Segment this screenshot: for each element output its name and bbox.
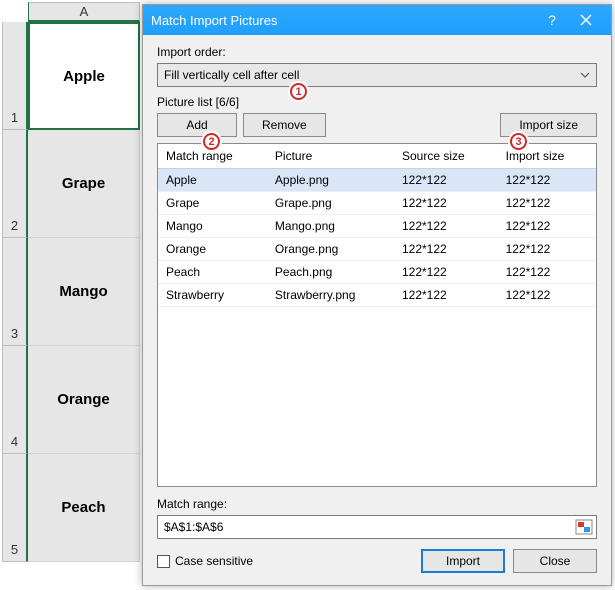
close-button[interactable]: Close (513, 549, 597, 573)
dialog-footer: Case sensitive Import Close (157, 549, 597, 573)
row-header[interactable]: 1 (2, 22, 28, 130)
col-picture[interactable]: Picture (267, 144, 394, 169)
match-import-pictures-dialog: Match Import Pictures ? Import order: Fi… (142, 4, 612, 586)
cell-a4[interactable]: Orange (28, 346, 140, 454)
table-row[interactable]: Peach Peach.png 122*122 122*122 (158, 261, 596, 284)
import-order-label: Import order: (157, 45, 597, 59)
cell-a2[interactable]: Grape (28, 130, 140, 238)
checkbox-box-icon (157, 555, 170, 568)
chevron-down-icon (578, 68, 592, 82)
row-header[interactable]: 5 (2, 454, 28, 562)
add-button[interactable]: Add (157, 113, 237, 137)
table-row[interactable]: Grape Grape.png 122*122 122*122 (158, 192, 596, 215)
dialog-title: Match Import Pictures (151, 13, 535, 28)
table-row[interactable]: Mango Mango.png 122*122 122*122 (158, 215, 596, 238)
import-order-combo[interactable]: Fill vertically cell after cell (157, 63, 597, 87)
match-range-input[interactable]: $A$1:$A$6 (157, 515, 597, 539)
cell-a3[interactable]: Mango (28, 238, 140, 346)
import-order-value: Fill vertically cell after cell (164, 68, 299, 82)
cell-a5[interactable]: Peach (28, 454, 140, 562)
col-source-size[interactable]: Source size (394, 144, 498, 169)
case-sensitive-checkbox[interactable]: Case sensitive (157, 554, 253, 568)
import-button[interactable]: Import (421, 549, 505, 573)
dialog-titlebar[interactable]: Match Import Pictures ? (143, 5, 611, 35)
picture-list-toolbar: Add Remove Import size (157, 113, 597, 137)
row-header[interactable]: 3 (2, 238, 28, 346)
match-range-label: Match range: (157, 497, 597, 511)
picture-list-table[interactable]: Match range Picture Source size Import s… (157, 143, 597, 487)
row-header[interactable]: 4 (2, 346, 28, 454)
dialog-body: Import order: Fill vertically cell after… (143, 35, 611, 585)
remove-button[interactable]: Remove (243, 113, 326, 137)
range-selector-icon[interactable] (575, 519, 593, 535)
case-sensitive-label: Case sensitive (175, 554, 253, 568)
table-row[interactable]: Orange Orange.png 122*122 122*122 (158, 238, 596, 261)
annotation-callout-2: 2 (203, 133, 220, 150)
annotation-callout-3: 3 (510, 133, 527, 150)
cell-a1[interactable]: Apple (28, 22, 140, 130)
row-header[interactable]: 2 (2, 130, 28, 238)
row-headers: 1 2 3 4 5 (2, 22, 28, 562)
close-icon[interactable] (569, 5, 603, 35)
table-row[interactable]: Strawberry Strawberry.png 122*122 122*12… (158, 284, 596, 307)
table-row[interactable]: Apple Apple.png 122*122 122*122 (158, 169, 596, 192)
picture-list-label: Picture list [6/6] (157, 95, 597, 109)
match-range-value: $A$1:$A$6 (164, 520, 223, 534)
cells: Apple Grape Mango Orange Peach (28, 22, 140, 562)
annotation-callout-1: 1 (290, 83, 307, 100)
column-header-a[interactable]: A (28, 2, 140, 22)
help-button[interactable]: ? (535, 5, 569, 35)
